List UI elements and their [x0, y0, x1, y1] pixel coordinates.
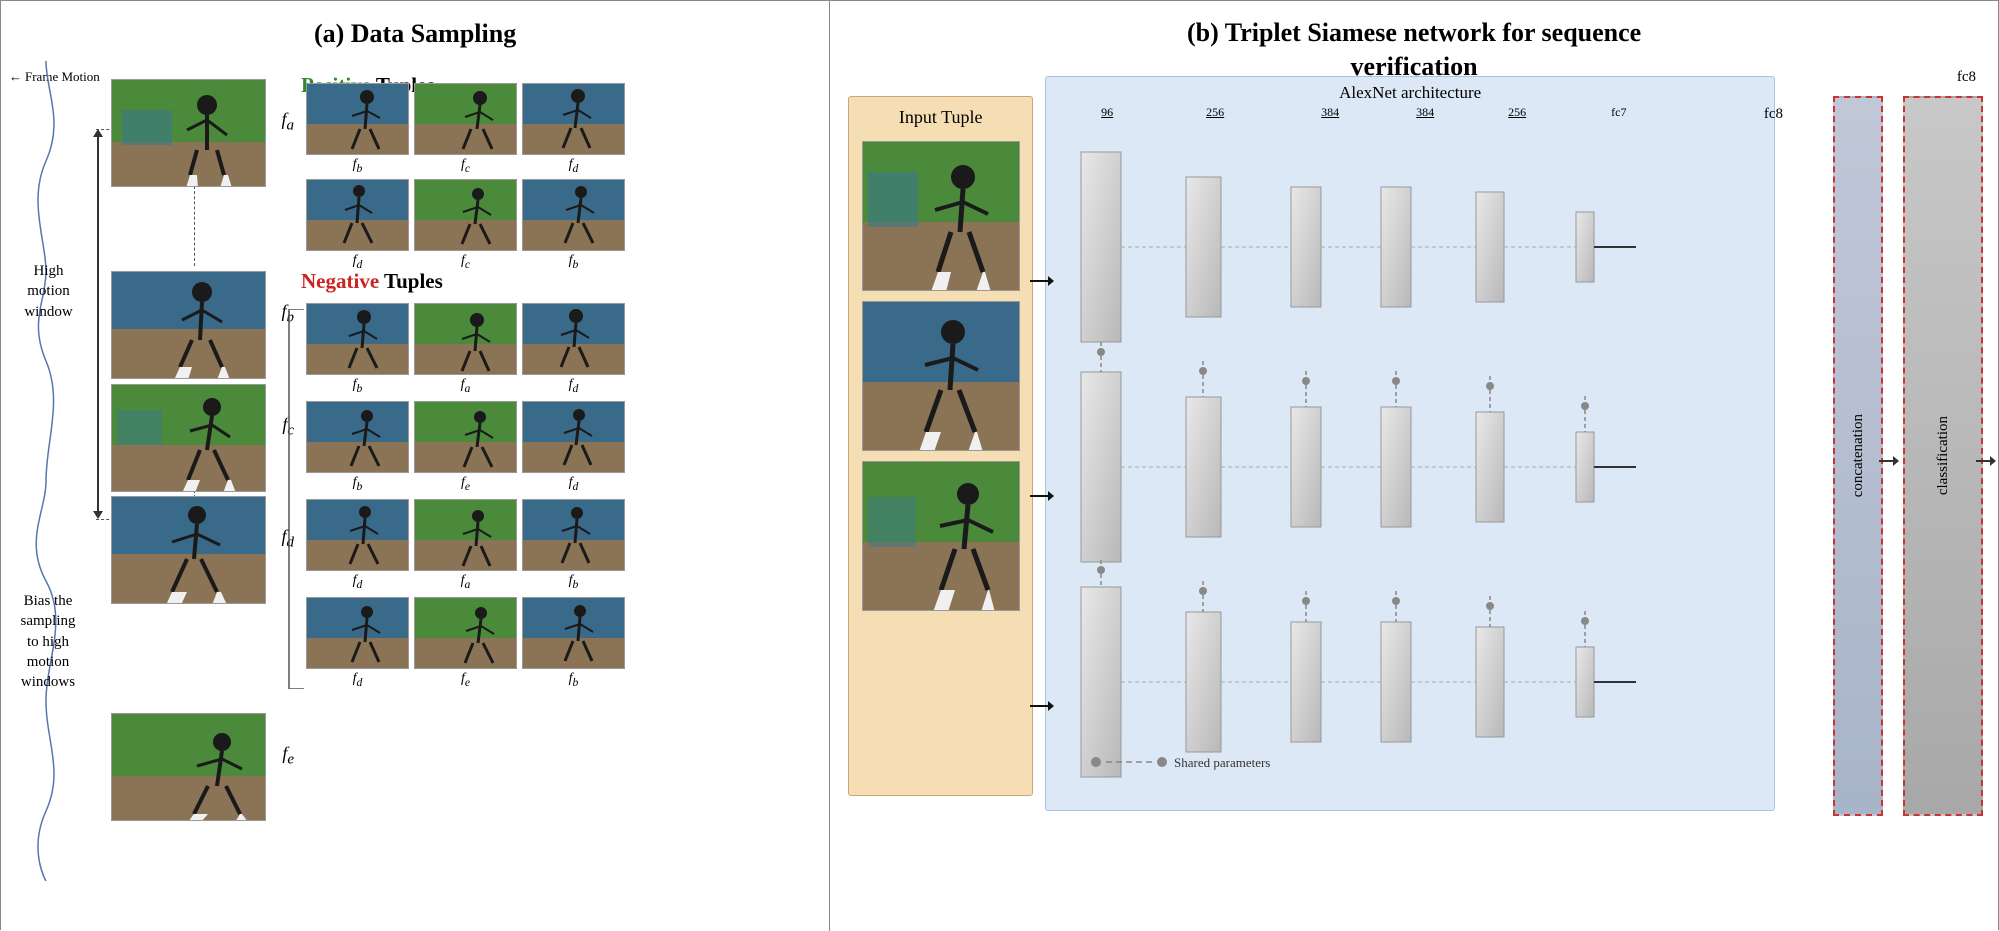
frame-fa-label: fa [281, 109, 294, 135]
high-motion-label: Highmotionwindow [6, 261, 91, 322]
neg-tuple-1: fb fa fd [306, 303, 625, 395]
input-tuple-label: Input Tuple [849, 97, 1032, 136]
input-tuple-box: Input Tuple [848, 96, 1033, 796]
layer-num-384b: 384 [1416, 105, 1434, 120]
layer-num-96: 96 [1101, 105, 1113, 120]
fc7-label: fc7 [1611, 105, 1626, 120]
alexnet-box: AlexNet architecture 96 256 384 384 256 … [1045, 76, 1775, 811]
layer-num-256: 256 [1508, 105, 1526, 120]
input-img-1 [862, 141, 1020, 291]
dot-line-1 [194, 186, 195, 266]
arrow-up-icon [93, 129, 103, 137]
layer-num-384: 384 [1321, 105, 1339, 120]
alexnet-label: AlexNet architecture [1046, 77, 1774, 109]
bracket-svg [279, 309, 309, 689]
right-panel: (b) Triplet Siamese network for sequence… [830, 1, 1998, 931]
frame-fe-label: fe [282, 743, 294, 769]
concat-label: concatenation [1850, 414, 1867, 497]
frame-fc: fc [111, 384, 266, 492]
concat-to-classif-arrow [1879, 451, 1901, 471]
classif-label: classification [1935, 416, 1952, 495]
high-motion-arrow [93, 129, 103, 519]
neg-tuple-4: fd fe fb [306, 597, 625, 689]
svg-text:Shared parameters: Shared parameters [1174, 755, 1270, 770]
wave-curve [19, 61, 74, 881]
frame-fe: fe [111, 713, 266, 821]
frame-fd: fd [111, 496, 266, 604]
neg-tuple-2: fb fe fd [306, 401, 625, 493]
network-diagram-svg: Shared parameters [1046, 122, 1776, 802]
arrow-down-icon [93, 511, 103, 519]
input-img-2 [862, 301, 1020, 451]
concatenation-box: concatenation [1833, 96, 1883, 816]
fc8-label: fc8 [1764, 106, 1783, 123]
pos-tuple-2: fd fc fb [306, 179, 625, 271]
input-img-3 [862, 461, 1020, 611]
classif-out-arrow [1976, 451, 1998, 471]
input-arrows-svg [1030, 96, 1055, 816]
fc8-top-label: fc8 [1957, 69, 1976, 86]
left-panel: (a) Data Sampling ← Frame Motion Time Hi… [1, 1, 830, 931]
frame-fa: fa [111, 79, 266, 187]
neg-tuple-3: fd fa fb [306, 499, 625, 591]
main-container: (a) Data Sampling ← Frame Motion Time Hi… [0, 0, 1999, 930]
layer-num-256: 256 [1206, 105, 1224, 120]
left-title: (a) Data Sampling [1, 1, 829, 59]
classification-box: classification [1903, 96, 1983, 816]
frame-fb: fb [111, 271, 266, 379]
pos-tuple-1: fb fc fd [306, 83, 625, 175]
bias-label: Bias thesamplingto highmotionwindows [3, 591, 93, 692]
negative-tuples-title: Negative Tuples [301, 269, 443, 294]
